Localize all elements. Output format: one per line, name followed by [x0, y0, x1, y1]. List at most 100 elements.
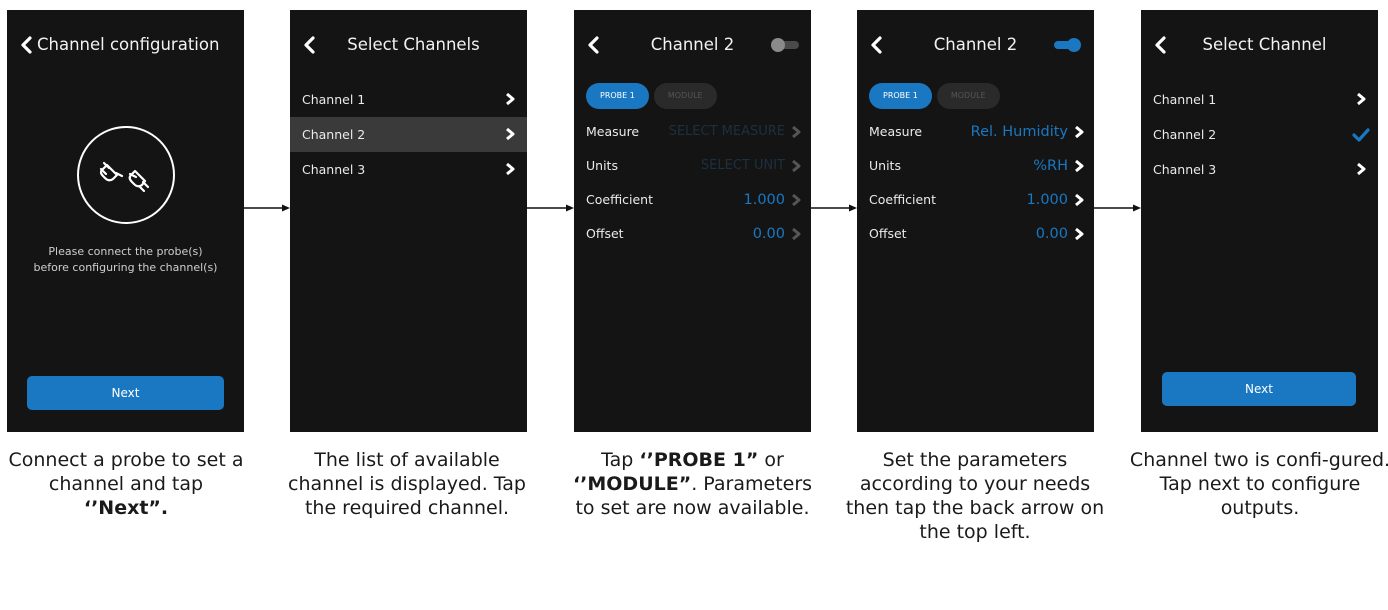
tab-probe-1[interactable]: PROBE 1	[586, 83, 649, 109]
caption-step-1: Connect a probe to set a channel and tap…	[0, 448, 256, 520]
param-value: %RH	[1033, 158, 1068, 174]
param-label: Coefficient	[869, 192, 937, 207]
caption-text: The list of available channel is display…	[288, 449, 526, 519]
channel-row-2[interactable]: Channel 2	[290, 117, 527, 152]
screen-channel-configuration: Channel configuration Please connect the…	[7, 10, 244, 432]
header: Channel configuration	[7, 32, 244, 58]
channel-label: Channel 2	[302, 127, 366, 142]
tab-module[interactable]: MODULE	[653, 83, 717, 109]
flow-arrow-icon	[811, 204, 857, 212]
channel-row-1[interactable]: Channel 1	[1141, 82, 1378, 117]
header: Channel 2	[857, 32, 1094, 58]
header: Channel 2	[574, 32, 811, 58]
message-line-2: before configuring the channel(s)	[33, 261, 218, 274]
screen-select-channels: Select Channels Channel 1 Channel 2 Chan…	[290, 10, 527, 432]
caption-bold-next: ‘’Next”.	[83, 497, 169, 519]
checkmark-icon	[1352, 128, 1370, 142]
message-line-1: Please connect the probe(s)	[48, 245, 203, 258]
chevron-right-icon	[1357, 162, 1366, 176]
caption-tap: Tap	[601, 449, 634, 471]
param-label: Measure	[869, 124, 923, 139]
param-row-units[interactable]: Units SELECT UNIT	[574, 149, 811, 183]
param-value: Rel. Humidity	[970, 124, 1068, 140]
chevron-right-icon	[1075, 159, 1084, 173]
flow-arrow-icon	[244, 204, 290, 212]
next-button[interactable]: Next	[27, 376, 224, 410]
parameter-list: Measure SELECT MEASURE Units SELECT UNIT…	[574, 115, 811, 251]
caption-step-3: Tap ‘’PROBE 1” or ‘’MODULE”. Parameters …	[565, 448, 820, 520]
header: Select Channel	[1141, 32, 1378, 58]
param-row-coefficient[interactable]: Coefficient 1.000	[574, 183, 811, 217]
channel-row-1[interactable]: Channel 1	[290, 82, 527, 117]
chevron-right-icon	[792, 193, 801, 207]
page-title: Select Channel	[1202, 35, 1327, 54]
screen-channel-2-set: Channel 2 PROBE 1 MODULE Measure Rel. Hum…	[857, 10, 1094, 432]
caption-step-4: Set the parameters according to your nee…	[845, 448, 1105, 544]
screen-select-channel-done: Select Channel Channel 1 Channel 2 Chann…	[1141, 10, 1378, 432]
tab-probe-1[interactable]: PROBE 1	[869, 83, 932, 109]
param-row-measure[interactable]: Measure SELECT MEASURE	[574, 115, 811, 149]
chevron-right-icon	[792, 227, 801, 241]
chevron-right-icon	[792, 125, 801, 139]
param-value: 0.00	[1035, 226, 1068, 242]
param-value: SELECT MEASURE	[668, 124, 785, 139]
caption-bold-probe: ‘’PROBE 1”	[639, 449, 759, 471]
channel-label: Channel 2	[1153, 127, 1217, 142]
caption-bold-module: ‘’MODULE”	[572, 473, 692, 495]
channel-row-3[interactable]: Channel 3	[1141, 152, 1378, 187]
param-label: Units	[586, 158, 618, 173]
caption-step-5: Channel two is confi-gured. Tap next to …	[1125, 448, 1388, 520]
caption-text: Channel two is confi-gured. Tap next to …	[1129, 449, 1388, 519]
param-value: 1.000	[1026, 192, 1068, 208]
param-row-measure[interactable]: Measure Rel. Humidity	[857, 115, 1094, 149]
channel-row-2[interactable]: Channel 2	[1141, 117, 1378, 152]
channel-label: Channel 1	[302, 92, 366, 107]
param-value: 1.000	[743, 192, 785, 208]
page-title: Select Channels	[347, 35, 480, 54]
chevron-right-icon	[1357, 92, 1366, 106]
flow-arrow-icon	[1094, 204, 1141, 212]
probe-module-tabs: PROBE 1 MODULE	[586, 83, 722, 111]
channel-list: Channel 1 Channel 2 Channel 3	[290, 82, 527, 187]
param-label: Offset	[869, 226, 907, 241]
caption-text: Connect a probe to set a channel and tap	[8, 449, 244, 495]
caption-step-2: The list of available channel is display…	[278, 448, 536, 520]
header: Select Channels	[290, 32, 527, 58]
param-label: Units	[869, 158, 901, 173]
tab-module[interactable]: MODULE	[936, 83, 1000, 109]
chevron-right-icon	[1075, 227, 1084, 241]
caption-or: or	[764, 449, 784, 471]
chevron-right-icon	[1075, 193, 1084, 207]
param-value: 0.00	[752, 226, 785, 242]
channel-enable-toggle[interactable]	[1054, 38, 1082, 52]
toggle-knob	[1067, 38, 1081, 52]
param-row-units[interactable]: Units %RH	[857, 149, 1094, 183]
param-value: SELECT UNIT	[700, 158, 785, 173]
param-row-offset[interactable]: Offset 0.00	[574, 217, 811, 251]
chevron-right-icon	[506, 162, 515, 176]
back-arrow-icon[interactable]	[17, 34, 39, 56]
page-title: Channel configuration	[37, 35, 220, 54]
channel-list: Channel 1 Channel 2 Channel 3	[1141, 82, 1378, 187]
chevron-right-icon	[792, 159, 801, 173]
param-row-coefficient[interactable]: Coefficient 1.000	[857, 183, 1094, 217]
chevron-right-icon	[506, 127, 515, 141]
toggle-knob	[771, 38, 785, 52]
chevron-right-icon	[506, 92, 515, 106]
channel-label: Channel 3	[302, 162, 366, 177]
channel-row-3[interactable]: Channel 3	[290, 152, 527, 187]
parameter-list: Measure Rel. Humidity Units %RH Coeffici…	[857, 115, 1094, 251]
param-label: Coefficient	[586, 192, 654, 207]
caption-text: Set the parameters according to your nee…	[845, 449, 1105, 543]
param-label: Measure	[586, 124, 640, 139]
channel-label: Channel 1	[1153, 92, 1217, 107]
param-row-offset[interactable]: Offset 0.00	[857, 217, 1094, 251]
next-button[interactable]: Next	[1162, 372, 1356, 406]
param-label: Offset	[586, 226, 624, 241]
channel-label: Channel 3	[1153, 162, 1217, 177]
flow-arrow-icon	[527, 204, 574, 212]
chevron-right-icon	[1075, 125, 1084, 139]
channel-enable-toggle[interactable]	[771, 38, 799, 52]
screen-channel-2-empty: Channel 2 PROBE 1 MODULE Measure SELECT M…	[574, 10, 811, 432]
probe-module-tabs: PROBE 1 MODULE	[869, 83, 1005, 111]
